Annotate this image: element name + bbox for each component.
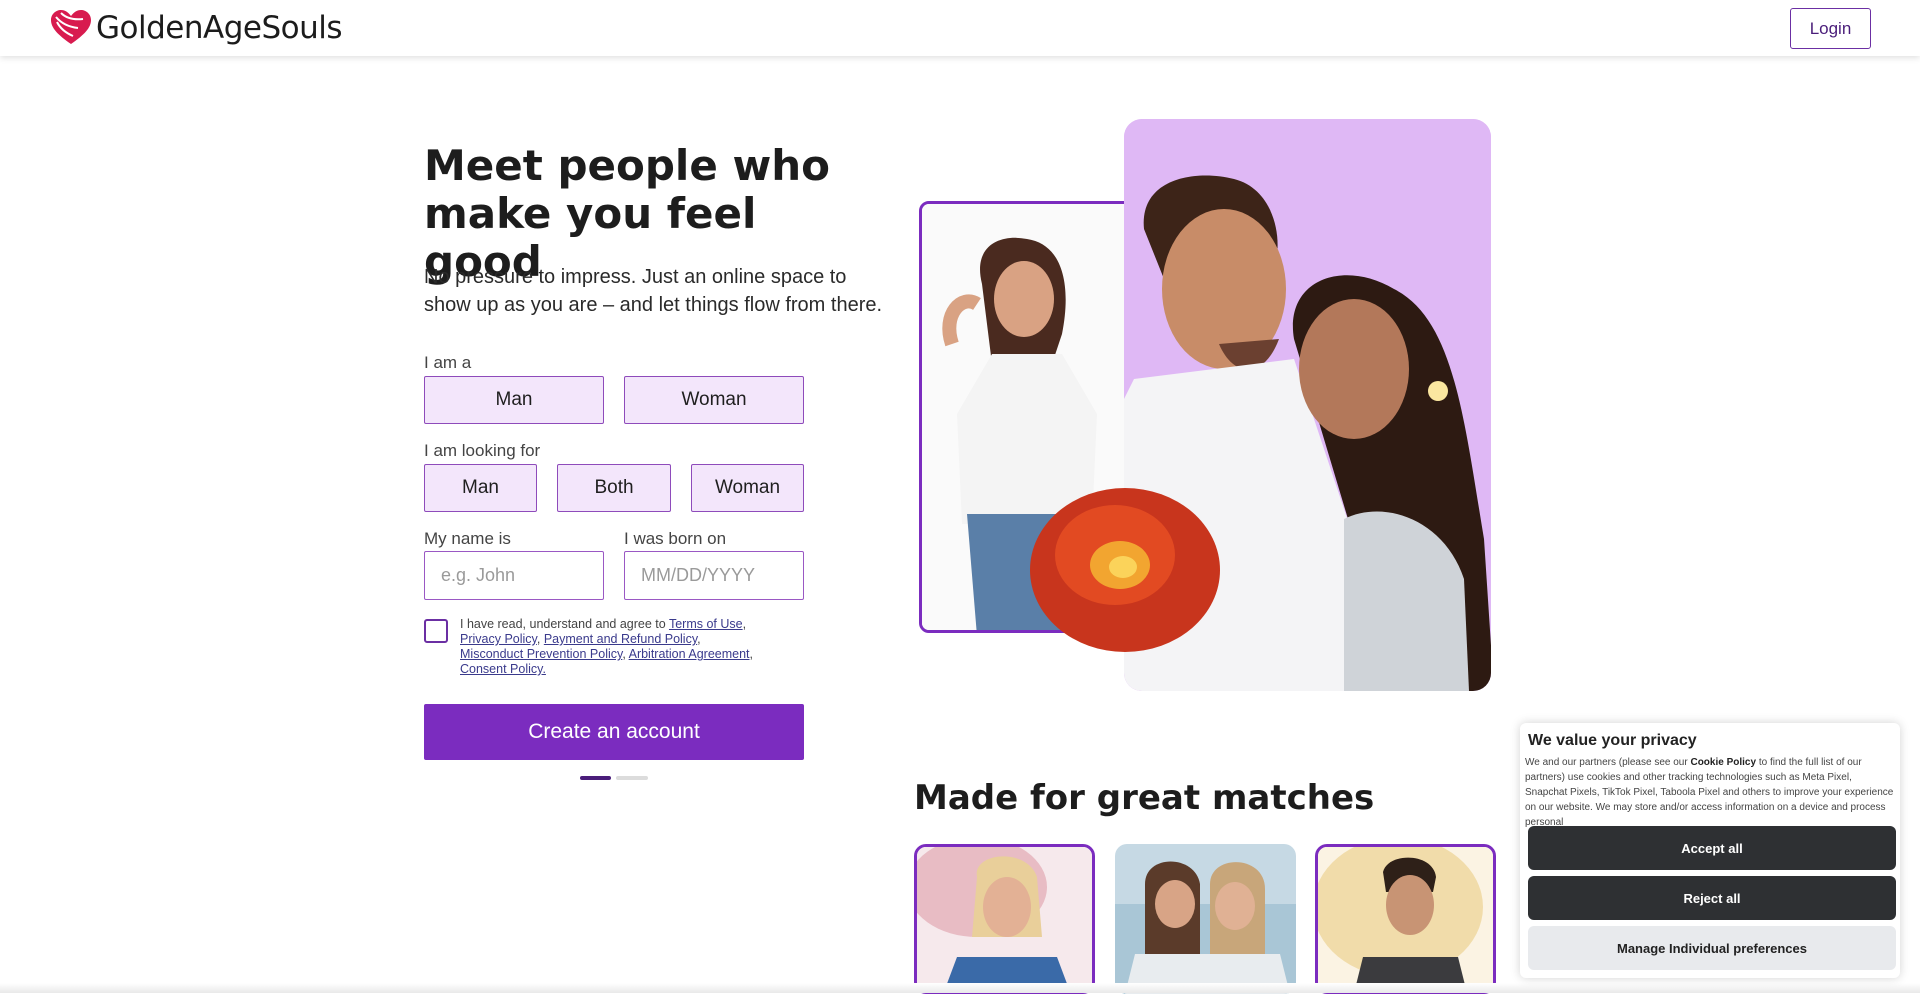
reject-all-button[interactable]: Reject all xyxy=(1528,876,1896,920)
match-card-3[interactable] xyxy=(1315,844,1496,994)
seeking-option-man[interactable]: Man xyxy=(424,464,537,512)
dob-input[interactable] xyxy=(624,551,804,600)
name-input[interactable] xyxy=(424,551,604,600)
page-bottom-edge xyxy=(0,983,1920,993)
manage-preferences-button[interactable]: Manage Individual preferences xyxy=(1528,926,1896,970)
top-header: GoldenAgeSouls Login xyxy=(0,0,1920,56)
hero-subtitle: No pressure to impress. Just an online s… xyxy=(424,266,883,316)
match-card-2-photo xyxy=(1115,844,1296,994)
seeking-label: I am looking for xyxy=(424,441,541,460)
create-account-button[interactable]: Create an account xyxy=(424,704,804,760)
brand-logo[interactable]: GoldenAgeSouls xyxy=(48,8,343,48)
brand-name: GoldenAgeSouls xyxy=(96,10,343,46)
cookie-banner: We value your privacy We and our partner… xyxy=(1520,723,1900,978)
terms-text: I have read, understand and agree to Ter… xyxy=(460,617,753,676)
matches-title: Made for great matches xyxy=(914,778,1375,818)
consent-policy-link[interactable]: Consent Policy. xyxy=(460,662,546,676)
privacy-policy-link[interactable]: Privacy Policy xyxy=(460,632,537,646)
misconduct-policy-link[interactable]: Misconduct Prevention Policy xyxy=(460,647,622,661)
name-label: My name is xyxy=(424,529,511,548)
seeking-option-woman[interactable]: Woman xyxy=(691,464,804,512)
terms-of-use-link[interactable]: Terms of Use xyxy=(669,617,743,631)
gender-label: I am a xyxy=(424,353,472,372)
dob-label: I was born on xyxy=(624,529,727,548)
gender-option-woman[interactable]: Woman xyxy=(624,376,804,424)
payment-refund-link[interactable]: Payment and Refund Policy xyxy=(544,632,697,646)
cookie-policy-link[interactable]: Cookie Policy xyxy=(1690,757,1756,768)
carousel-dot-active[interactable] xyxy=(580,776,611,780)
match-card-1-photo xyxy=(917,847,1092,991)
arbitration-link[interactable]: Arbitration Agreement xyxy=(629,647,750,661)
match-card-2[interactable] xyxy=(1115,844,1296,994)
gender-option-man[interactable]: Man xyxy=(424,376,604,424)
seeking-option-both[interactable]: Both xyxy=(557,464,671,512)
carousel-dot[interactable] xyxy=(616,776,648,780)
terms-prefix: I have read, understand and agree to xyxy=(460,617,666,631)
cookie-text-before: We and our partners (please see our xyxy=(1525,757,1688,768)
match-card-1[interactable] xyxy=(914,844,1095,994)
match-card-3-photo xyxy=(1318,847,1493,991)
heart-logo-icon xyxy=(51,10,91,44)
cookie-title: We value your privacy xyxy=(1528,732,1697,749)
accept-all-button[interactable]: Accept all xyxy=(1528,826,1896,870)
terms-checkbox[interactable] xyxy=(424,619,448,643)
login-button[interactable]: Login xyxy=(1790,8,1871,49)
red-flower-icon xyxy=(1030,488,1220,652)
cookie-text: We and our partners (please see our Cook… xyxy=(1525,755,1895,830)
